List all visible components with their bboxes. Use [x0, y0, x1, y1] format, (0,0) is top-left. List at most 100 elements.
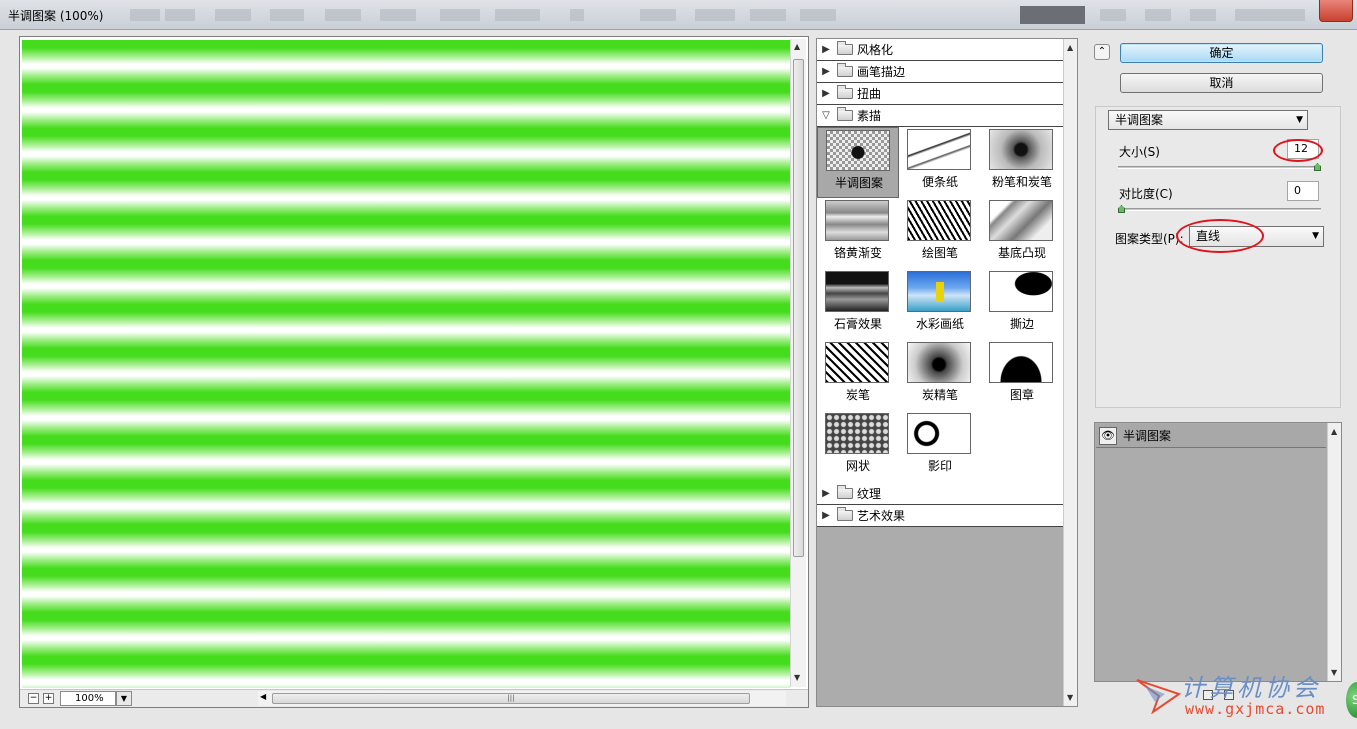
background-toolbar-ghost	[570, 9, 584, 21]
filter-tile-graphic-pen[interactable]: 绘图笔	[899, 198, 981, 269]
zoom-out-button[interactable]: −	[28, 693, 39, 704]
sketch-filter-grid: 半调图案 便条纸 粉笔和炭笔 铬黄渐变 绘图笔 基底凸现 石膏效果 水彩画纸 撕…	[817, 127, 1063, 483]
collapse-gallery-button[interactable]: ⌃	[1094, 44, 1110, 60]
category-distort[interactable]: ▶ 扭曲	[817, 83, 1063, 105]
background-toolbar-ghost	[1100, 9, 1126, 21]
filter-tile-stamp[interactable]: 图章	[981, 340, 1063, 411]
close-button[interactable]	[1319, 0, 1353, 22]
watermark: 计算机协会 www.gxjmca.com	[1135, 668, 1350, 720]
filter-tile-plaster[interactable]: 石膏效果	[817, 269, 899, 340]
chevron-down-icon: ▼	[1296, 115, 1303, 125]
scroll-down-icon[interactable]: ▼	[794, 673, 800, 682]
preview-image[interactable]	[22, 40, 790, 688]
window-title: 半调图案 (100%)	[8, 9, 104, 23]
scroll-up-icon[interactable]: ▲	[1331, 427, 1337, 436]
contrast-label: 对比度(C)	[1119, 187, 1173, 201]
expand-arrow-icon[interactable]: ▶	[819, 88, 833, 99]
filter-tile-charcoal[interactable]: 炭笔	[817, 340, 899, 411]
watermark-logo-icon	[1136, 679, 1181, 714]
folder-icon	[837, 63, 853, 77]
expand-arrow-icon[interactable]: ▶	[819, 44, 833, 55]
scroll-up-icon[interactable]: ▲	[794, 42, 800, 51]
filter-label: 撕边	[1009, 317, 1034, 331]
filter-label: 水彩画纸	[915, 317, 964, 331]
zoom-dropdown-icon[interactable]: ▼	[116, 691, 132, 706]
folder-icon	[837, 507, 853, 521]
category-label: 风格化	[857, 43, 894, 57]
filter-label: 炭精笔	[921, 388, 958, 402]
filter-tile-bas-relief[interactable]: 基底凸现	[981, 198, 1063, 269]
filter-tile-chrome[interactable]: 铬黄渐变	[817, 198, 899, 269]
background-toolbar-ghost	[640, 9, 676, 21]
filter-label: 绘图笔	[921, 246, 958, 260]
filter-thumbnail	[989, 271, 1053, 312]
scroll-thumb[interactable]: |||	[272, 693, 750, 704]
background-toolbar-ghost	[130, 9, 160, 21]
cancel-button[interactable]: 取消	[1120, 73, 1323, 93]
filter-thumbnail	[825, 342, 889, 383]
watermark-url: www.gxjmca.com	[1185, 700, 1326, 718]
effect-layers-panel: 👁 半调图案 ▲ ▼	[1094, 422, 1342, 682]
size-slider[interactable]	[1118, 166, 1321, 169]
contrast-slider[interactable]	[1118, 208, 1321, 211]
filter-tile-reticulation[interactable]: 网状	[817, 411, 899, 482]
preview-panel: ▲ ▼ − + 100% ▼ ◀ |||	[19, 36, 809, 708]
preview-vertical-scrollbar[interactable]: ▲ ▼	[790, 39, 806, 687]
filter-label: 石膏效果	[833, 317, 882, 331]
filter-tile-water-paper[interactable]: 水彩画纸	[899, 269, 981, 340]
filter-thumbnail	[826, 130, 890, 171]
filter-gallery: ▶ 风格化 ▶ 画笔描边 ▶ 扭曲 ▽ 素描 半调图案 便条纸 粉笔和炭笔 铬黄…	[816, 38, 1078, 707]
filter-tile-conte-crayon[interactable]: 炭精笔	[899, 340, 981, 411]
preview-horizontal-scrollbar[interactable]: ◀ |||	[258, 691, 786, 706]
zoom-bar: − + 100% ▼ ◀ |||	[20, 689, 808, 707]
category-label: 艺术效果	[857, 509, 906, 523]
category-label: 纹理	[857, 487, 882, 501]
scroll-up-icon[interactable]: ▲	[1067, 43, 1073, 52]
background-workspace-ghost	[1020, 6, 1085, 24]
filter-label: 铬黄渐变	[833, 246, 882, 260]
filter-select[interactable]: 半调图案 ▼	[1108, 110, 1308, 130]
contrast-input[interactable]: 0	[1287, 181, 1319, 201]
eye-icon[interactable]: 👁	[1099, 426, 1117, 445]
size-highlight-circle	[1273, 139, 1323, 162]
zoom-level-field[interactable]: 100%	[60, 691, 116, 706]
scroll-left-icon[interactable]: ◀	[260, 692, 266, 701]
filter-label: 便条纸	[921, 175, 958, 189]
background-toolbar-ghost	[325, 9, 361, 21]
category-artistic[interactable]: ▶ 艺术效果	[817, 505, 1063, 527]
scroll-thumb[interactable]	[793, 59, 804, 557]
scroll-down-icon[interactable]: ▼	[1067, 693, 1073, 702]
filter-tile-chalk-charcoal[interactable]: 粉笔和炭笔	[981, 127, 1063, 198]
filter-tile-photocopy[interactable]: 影印	[899, 411, 981, 482]
size-label: 大小(S)	[1119, 145, 1160, 159]
background-toolbar-ghost	[800, 9, 836, 21]
category-sketch[interactable]: ▽ 素描	[817, 105, 1063, 127]
collapse-arrow-icon[interactable]: ▽	[819, 110, 833, 121]
ok-button[interactable]: 确定	[1120, 43, 1323, 63]
filter-tile-note-paper[interactable]: 便条纸	[899, 127, 981, 198]
background-toolbar-ghost	[750, 9, 786, 21]
category-texture[interactable]: ▶ 纹理	[817, 483, 1063, 505]
expand-arrow-icon[interactable]: ▶	[819, 488, 833, 499]
filter-tile-halftone[interactable]: 半调图案	[817, 127, 899, 198]
gallery-scrollbar[interactable]: ▲ ▼	[1063, 39, 1077, 706]
filter-label: 基底凸现	[997, 246, 1046, 260]
layers-scrollbar[interactable]: ▲ ▼	[1327, 423, 1341, 681]
expand-arrow-icon[interactable]: ▶	[819, 66, 833, 77]
background-toolbar-ghost	[165, 9, 195, 21]
chevron-down-icon: ▼	[1312, 231, 1319, 241]
filter-label: 网状	[845, 459, 870, 473]
filter-label: 图章	[1009, 388, 1034, 402]
filter-label: 影印	[927, 459, 952, 473]
category-brush-strokes[interactable]: ▶ 画笔描边	[817, 61, 1063, 83]
zoom-in-button[interactable]: +	[43, 693, 54, 704]
expand-arrow-icon[interactable]: ▶	[819, 510, 833, 521]
background-toolbar-ghost	[380, 9, 416, 21]
pattern-type-label: 图案类型(P):	[1115, 232, 1184, 246]
effect-layer-row[interactable]: 👁 半调图案	[1096, 424, 1326, 448]
category-stylize[interactable]: ▶ 风格化	[817, 39, 1063, 61]
folder-icon	[837, 41, 853, 55]
filter-tile-torn-edges[interactable]: 撕边	[981, 269, 1063, 340]
filter-thumbnail	[825, 200, 889, 241]
filter-thumbnail	[825, 413, 889, 454]
